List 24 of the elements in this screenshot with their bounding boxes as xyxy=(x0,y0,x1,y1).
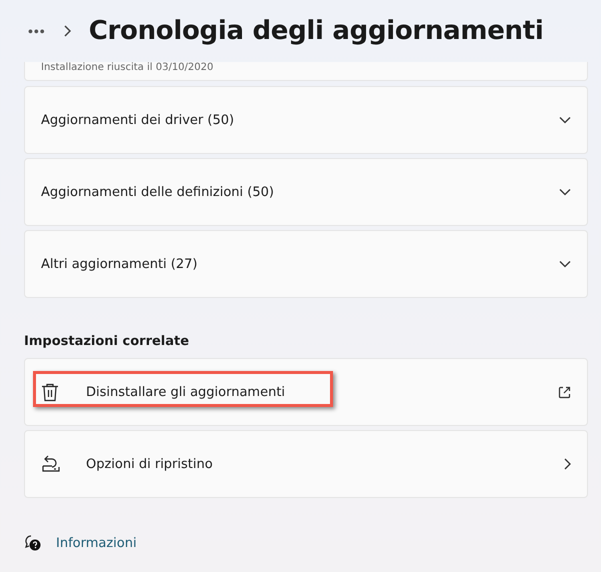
help-chat-icon xyxy=(24,534,42,552)
row-label: Disinstallare gli aggiornamenti xyxy=(86,384,286,400)
row-label: Opzioni di ripristino xyxy=(86,456,214,472)
row-label: Aggiornamenti delle definizioni (50) xyxy=(41,184,275,200)
restore-icon xyxy=(41,455,61,473)
trash-icon xyxy=(41,382,59,402)
row-label: Altri aggiornamenti (27) xyxy=(41,256,198,272)
install-status: Installazione riuscita il 03/10/2020 xyxy=(41,62,214,74)
help-link[interactable]: Informazioni xyxy=(56,536,137,550)
section-heading: Impostazioni correlate xyxy=(24,334,190,349)
external-link-icon xyxy=(558,386,571,398)
expander-row[interactable]: Aggiornamenti dei driver (50) xyxy=(24,86,588,154)
page-title: Cronologia degli aggiornamenti xyxy=(88,16,544,46)
row-label: Aggiornamenti dei driver (50) xyxy=(41,112,236,128)
expander-row[interactable]: Aggiornamenti delle definizioni (50) xyxy=(24,158,588,226)
more-button[interactable]: ••• xyxy=(28,23,46,39)
settings-row[interactable]: Opzioni di ripristino xyxy=(24,430,588,498)
chevron-right-icon xyxy=(64,25,71,37)
chevron-right-icon xyxy=(564,458,571,470)
expander-row[interactable]: Altri aggiornamenti (27) xyxy=(24,230,588,298)
chevron-down-icon xyxy=(559,188,571,196)
settings-row[interactable]: Disinstallare gli aggiornamenti xyxy=(24,358,588,426)
chevron-down-icon xyxy=(559,260,571,268)
chevron-down-icon xyxy=(559,116,571,124)
